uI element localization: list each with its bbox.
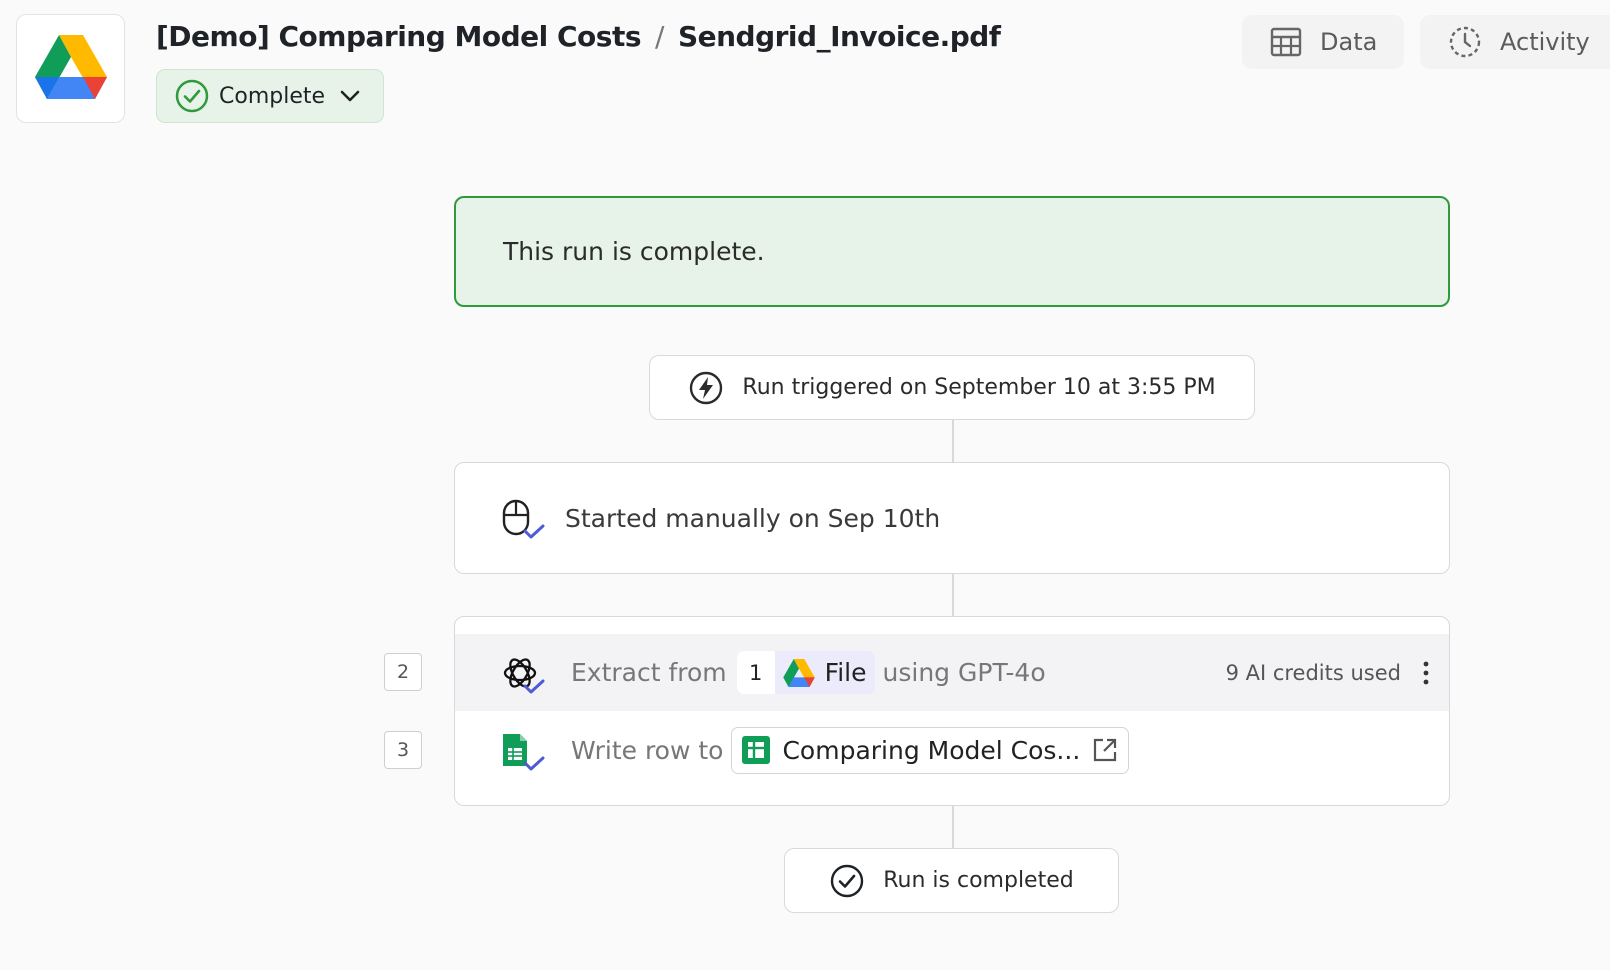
connector-line <box>952 574 954 616</box>
file-variable-chip[interactable]: 1 File <box>736 651 875 694</box>
mouse-icon <box>501 496 545 540</box>
extract-suffix: using GPT-4o <box>882 658 1046 687</box>
activity-button-label: Activity <box>1500 28 1590 56</box>
run-completed-card: Run is completed <box>784 848 1119 913</box>
connector-line <box>952 420 954 462</box>
activity-button[interactable]: Activity <box>1420 15 1610 69</box>
openai-icon <box>501 651 545 695</box>
check-circle-icon <box>175 79 209 113</box>
start-step-card[interactable]: Started manually on Sep 10th <box>454 462 1450 574</box>
variable-count: 1 <box>736 651 775 694</box>
breadcrumb-folder[interactable]: [Demo] Comparing Model Costs <box>156 20 642 53</box>
run-completed-text: Run is completed <box>883 868 1074 893</box>
write-prefix: Write row to <box>571 735 724 765</box>
clock-history-icon <box>1448 25 1482 59</box>
banner-text: This run is complete. <box>503 237 765 266</box>
breadcrumb-file: Sendgrid_Invoice.pdf <box>677 20 1001 53</box>
check-icon <box>523 679 545 699</box>
data-button-label: Data <box>1320 28 1378 56</box>
google-sheets-icon <box>742 736 771 764</box>
google-sheets-icon <box>501 728 545 772</box>
breadcrumb-separator: / <box>655 20 664 53</box>
check-circle-icon <box>829 863 865 899</box>
status-dropdown[interactable]: Complete <box>156 69 384 123</box>
app-logo <box>16 14 125 123</box>
run-trigger-card: Run triggered on September 10 at 3:55 PM <box>649 355 1255 420</box>
extract-step-row[interactable]: Extract from 1 File using GPT-4o 9 AI cr… <box>455 634 1449 711</box>
google-drive-icon <box>782 658 815 687</box>
variable-label: File <box>824 658 867 687</box>
connector-line <box>952 806 954 848</box>
page-title: [Demo] Comparing Model Costs / Sendgrid_In… <box>156 20 1001 53</box>
status-label: Complete <box>219 83 326 109</box>
run-complete-banner: This run is complete. <box>454 196 1450 307</box>
data-button[interactable]: Data <box>1242 15 1404 69</box>
external-link-icon <box>1092 737 1118 763</box>
google-drive-icon <box>34 34 107 103</box>
write-step-row[interactable]: Write row to Comparing Model Cos... <box>455 711 1449 789</box>
chevron-down-icon <box>339 89 361 103</box>
ai-credits-label: 9 AI credits used <box>1225 660 1401 685</box>
trigger-text: Run triggered on September 10 at 3:55 PM <box>742 375 1216 400</box>
extract-prefix: Extract from <box>571 658 727 687</box>
steps-group-card: Extract from 1 File using GPT-4o 9 AI cr… <box>454 616 1450 806</box>
more-options-icon[interactable] <box>1423 661 1429 685</box>
start-step-text: Started manually on Sep 10th <box>565 503 941 533</box>
lightning-icon <box>688 370 724 406</box>
check-icon <box>523 756 545 776</box>
table-icon <box>1270 27 1302 57</box>
step-number: 2 <box>384 653 422 691</box>
spreadsheet-name: Comparing Model Cos... <box>782 735 1081 765</box>
check-icon <box>523 524 545 544</box>
step-number: 3 <box>384 731 422 769</box>
spreadsheet-link-chip[interactable]: Comparing Model Cos... <box>731 726 1130 774</box>
